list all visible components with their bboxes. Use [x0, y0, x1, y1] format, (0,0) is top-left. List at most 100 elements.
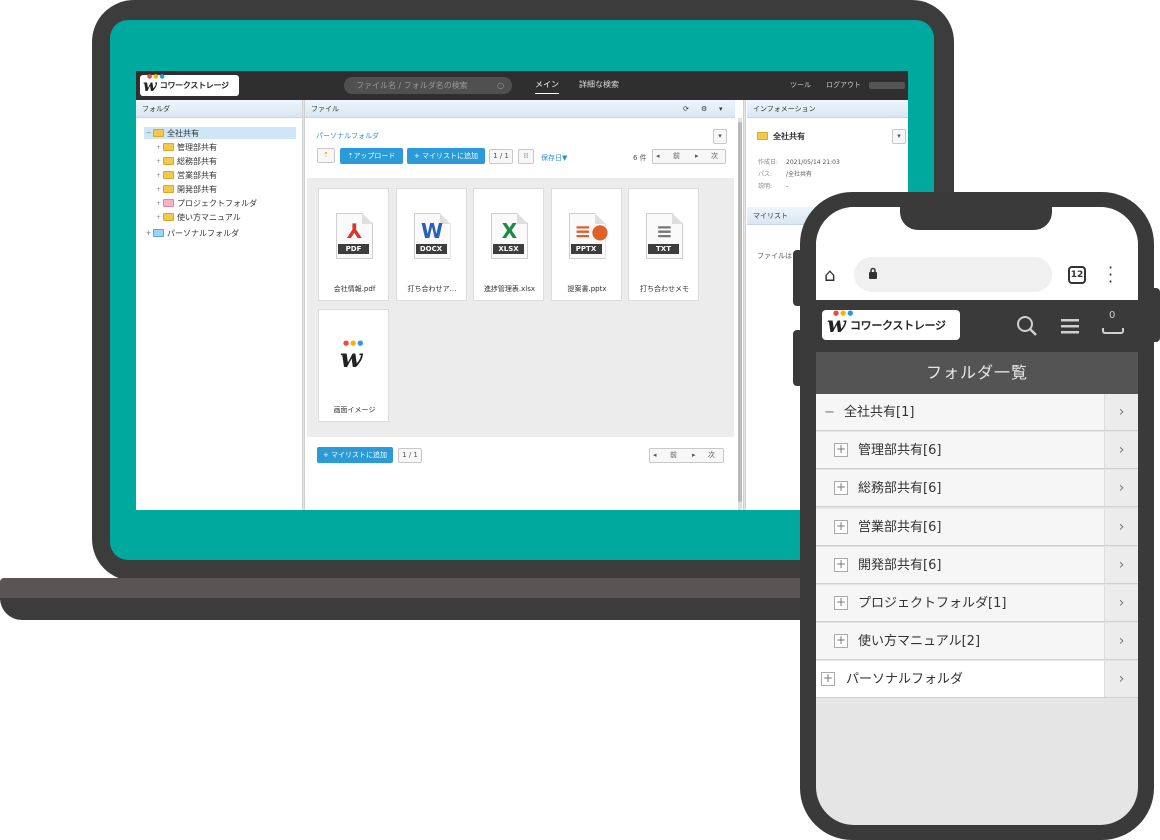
file-card-xlsx[interactable]: X XLSX 進捗管理表.xlsx	[473, 188, 544, 301]
pdf-file-icon: ⅄ PDF	[336, 213, 373, 259]
folder-row[interactable]: − 全社共有[1] ›	[816, 394, 1138, 431]
tree-label: パーソナルフォルダ	[167, 228, 239, 238]
tree-item-project[interactable]: + プロジェクトフォルダ	[154, 197, 257, 209]
chevron-right-icon[interactable]: ›	[1104, 547, 1138, 583]
logo-text: コワークストレージ	[849, 319, 946, 332]
tabs-icon[interactable]: 12	[1068, 266, 1086, 284]
file-card-image[interactable]: ●●● w 画面イメージ	[318, 309, 389, 422]
file-count: 6 件	[633, 154, 647, 162]
file-panel-title: ファイル	[311, 105, 339, 113]
folder-up-button[interactable]: ⇡	[317, 148, 335, 163]
file-type-glyph: W	[420, 219, 444, 243]
mobile-logo[interactable]: ●●● w コワークストレージ	[822, 309, 960, 340]
folder-row[interactable]: + 管理部共有[6] ›	[816, 432, 1138, 469]
tab-advanced-search[interactable]: 詳細な検索	[579, 79, 619, 90]
folder-icon	[163, 185, 174, 193]
chevron-right-icon[interactable]: ›	[1104, 432, 1138, 468]
prev-button[interactable]: 前	[670, 449, 677, 462]
tree-label: 総務部共有	[177, 156, 217, 166]
folder-row[interactable]: + 使い方マニュアル[2] ›	[816, 623, 1138, 660]
file-card-pdf[interactable]: ⅄ PDF 会社情報.pdf	[318, 188, 389, 301]
prev-button[interactable]: 前	[673, 150, 680, 163]
home-icon[interactable]: ⌂	[824, 265, 835, 286]
tree-item-general-affairs[interactable]: + 総務部共有	[154, 155, 217, 167]
gear-icon[interactable]: ⚙	[701, 100, 707, 118]
tree-label: 全社共有	[167, 128, 199, 138]
sort-dropdown[interactable]: 保存日▼	[541, 153, 567, 163]
scrollbar-thumb[interactable]	[738, 122, 742, 502]
splitter-left[interactable]	[302, 100, 305, 510]
more-menu-icon[interactable]: · · ·	[1108, 260, 1113, 290]
file-scrollbar[interactable]	[738, 118, 742, 510]
search-icon[interactable]	[1016, 315, 1038, 337]
chevron-right-icon[interactable]: ›	[1104, 470, 1138, 506]
next-button[interactable]: 次	[708, 449, 715, 462]
folder-row[interactable]: + 営業部共有[6] ›	[816, 509, 1138, 546]
expand-icon[interactable]: +	[834, 634, 848, 648]
chevron-down-icon[interactable]: ▾	[719, 100, 723, 118]
prev-icon[interactable]: ◂	[653, 449, 657, 462]
upload-button[interactable]: ⇡アップロード	[340, 148, 403, 164]
add-to-mylist-button[interactable]: + マイリストに追加	[407, 148, 485, 164]
breadcrumb-dropdown[interactable]: ▾	[713, 129, 727, 144]
tray-shape	[1102, 328, 1124, 334]
app-logo[interactable]: ●●● w コワークストレージ	[140, 73, 239, 96]
chevron-right-icon[interactable]: ›	[1104, 585, 1138, 621]
plus-icon: +	[322, 451, 332, 459]
tree-item-personal[interactable]: + パーソナルフォルダ	[144, 227, 239, 239]
next-icon[interactable]: ▸	[692, 449, 696, 462]
folder-row[interactable]: + プロジェクトフォルダ[1] ›	[816, 585, 1138, 622]
expand-icon[interactable]: +	[834, 481, 848, 495]
refresh-icon[interactable]: ⟳	[683, 100, 689, 118]
url-bar[interactable]	[854, 257, 1052, 292]
tab-main[interactable]: メイン	[535, 79, 559, 94]
info-path: パス: /全社共有	[758, 169, 812, 178]
bullet-icon: +	[155, 157, 162, 165]
tree-item-root[interactable]: − 全社共有	[144, 127, 296, 139]
tree-item-admin[interactable]: + 管理部共有	[154, 141, 217, 153]
tree-item-manual[interactable]: + 使い方マニュアル	[154, 211, 241, 223]
phone-screen: ⌂ 12 · · · ●●● w コワークストレージ 0 フォルダ一覧 − 全社共有[1…	[816, 207, 1138, 825]
menu-icon[interactable]	[1060, 317, 1080, 335]
chevron-right-icon[interactable]: ›	[1104, 623, 1138, 659]
chevron-right-icon[interactable]: ›	[1104, 509, 1138, 545]
tree-item-development[interactable]: + 開発部共有	[154, 183, 217, 195]
chevron-right-icon[interactable]: ›	[1104, 394, 1138, 430]
folder-row[interactable]: + パーソナルフォルダ ›	[816, 661, 1138, 698]
breadcrumb[interactable]: パーソナルフォルダ	[316, 131, 379, 141]
next-icon[interactable]: ▸	[695, 150, 699, 163]
search-input[interactable]: ファイル名 / フォルダ名の検索 ○	[344, 77, 512, 94]
expand-icon[interactable]: +	[834, 558, 848, 572]
grid-view-icon[interactable]: ⁞⁞	[518, 149, 534, 164]
docx-file-icon: W DOCX	[413, 213, 451, 259]
app-header: ●●● w コワークストレージ ファイル名 / フォルダ名の検索 ○ メイン 詳細…	[136, 71, 908, 100]
folder-row[interactable]: + 開発部共有[6] ›	[816, 547, 1138, 584]
splitter-right[interactable]	[743, 100, 746, 510]
logout-link[interactable]: ログアウト	[826, 80, 861, 90]
bottom-add-to-mylist-button[interactable]: + マイリストに追加	[317, 447, 393, 463]
expand-icon[interactable]: +	[834, 596, 848, 610]
next-button[interactable]: 次	[711, 150, 718, 163]
file-name: 打ち合わせア…	[407, 285, 457, 293]
folder-panel-header: フォルダ	[136, 100, 302, 118]
folder-icon	[153, 129, 164, 137]
folder-row[interactable]: + 総務部共有[6] ›	[816, 470, 1138, 507]
expand-icon[interactable]: +	[834, 443, 848, 457]
prev-icon[interactable]: ◂	[656, 150, 660, 163]
search-icon: ○	[497, 81, 504, 90]
expand-icon[interactable]: +	[821, 672, 835, 686]
bullet-icon: +	[155, 185, 162, 193]
collapse-icon[interactable]: −	[144, 129, 153, 137]
info-dropdown[interactable]: ▾	[892, 129, 906, 144]
tree-item-sales[interactable]: + 営業部共有	[154, 169, 217, 181]
file-card-docx[interactable]: W DOCX 打ち合わせア…	[395, 188, 467, 301]
file-card-txt[interactable]: ≡ TXT 打ち合わせメモ	[628, 188, 699, 301]
chevron-right-icon[interactable]: ›	[1104, 661, 1138, 697]
file-card-pptx[interactable]: ≡● PPTX 提案書.pptx	[550, 188, 622, 301]
expand-icon[interactable]: +	[144, 229, 153, 237]
expand-icon[interactable]: +	[834, 520, 848, 534]
file-panel-header: ファイル ⟳ ⚙ ▾	[305, 100, 735, 118]
cart-icon[interactable]: 0	[1102, 310, 1126, 338]
collapse-icon[interactable]: −	[824, 394, 835, 431]
tools-link[interactable]: ツール	[790, 80, 811, 90]
